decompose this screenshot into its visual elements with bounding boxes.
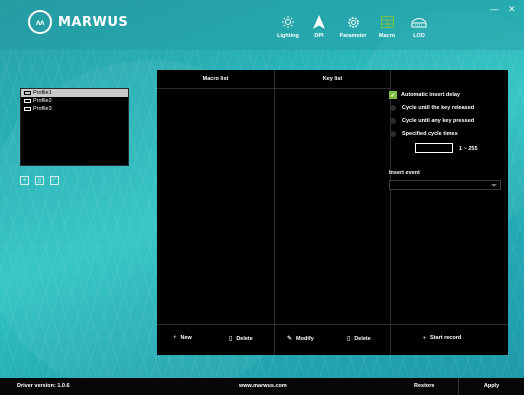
folder-icon	[24, 107, 31, 111]
nav-label: Parameter	[339, 33, 367, 39]
delete-profile-button[interactable]: ▯	[35, 176, 44, 185]
radio-icon[interactable]	[390, 118, 396, 124]
restore-button[interactable]: Restore	[414, 383, 434, 389]
button-label: Delete	[236, 335, 253, 342]
option-label: Cycle until any key pressed	[402, 118, 475, 124]
profile-item[interactable]: Profile1	[21, 89, 128, 97]
profile-item[interactable]: Profile3	[21, 105, 128, 113]
driver-version: Driver version: 1.0.6	[17, 383, 70, 389]
key-list-header: Key list	[322, 76, 343, 82]
macro-list-header: Macro list	[202, 76, 229, 82]
header: ʌʌ MARWUS Lighting DPI Parameter Macro L…	[0, 0, 524, 50]
cycle-range-label: 1 ~ 255	[459, 146, 478, 152]
insert-event-label: Insert event	[389, 170, 420, 176]
cycle-times-input[interactable]	[415, 143, 453, 153]
specified-cycle-times-option[interactable]: Specified cycle times	[389, 131, 458, 137]
profile-list: Profile1 Profile2 Profile3	[20, 88, 129, 166]
close-button[interactable]: ✕	[508, 4, 516, 15]
delete-key-button[interactable]: ▯ Delete	[347, 335, 371, 343]
button-label: Modify	[296, 335, 314, 342]
add-profile-button[interactable]: +	[20, 176, 29, 185]
record-dot-icon: ●	[423, 335, 427, 341]
logo-mark: ʌʌ	[28, 10, 52, 34]
macro-list[interactable]	[157, 89, 274, 324]
profile-label: Profile2	[33, 98, 52, 104]
checkbox-checked-icon[interactable]: ✓	[389, 91, 397, 99]
sun-icon	[282, 14, 294, 30]
option-label: Automatic insert delay	[401, 92, 460, 98]
button-label: Start record	[430, 335, 462, 341]
delete-macro-button[interactable]: ▯ Delete	[229, 335, 253, 343]
macro-grid-icon	[380, 14, 394, 30]
apply-button[interactable]: Apply	[458, 378, 524, 395]
macro-panel: Macro list Key list ✓ Automatic insert d…	[157, 70, 508, 355]
nav-lighting[interactable]: Lighting	[272, 14, 304, 44]
auto-insert-delay-option[interactable]: ✓ Automatic insert delay	[389, 91, 460, 99]
insert-event-dropdown[interactable]	[389, 180, 501, 190]
gear-icon	[347, 14, 360, 30]
profile-buttons: + ▯ ⟋	[20, 176, 65, 185]
logo: ʌʌ MARWUS	[28, 9, 128, 35]
radio-icon[interactable]	[390, 131, 396, 137]
footer: Driver version: 1.0.6 www.marwus.com Res…	[0, 378, 524, 395]
nav-macro[interactable]: Macro	[372, 14, 402, 44]
option-label: Cycle until the key released	[402, 105, 475, 111]
logo-text: MARWUS	[58, 14, 129, 30]
button-label: Delete	[354, 335, 371, 342]
option-label: Specified cycle times	[402, 131, 458, 137]
profile-label: Profile1	[33, 90, 52, 96]
radio-icon[interactable]	[390, 105, 396, 111]
trash-icon: ▯	[229, 336, 233, 342]
nav-parameter[interactable]: Parameter	[334, 14, 372, 44]
start-record-button[interactable]: ● Start record	[423, 335, 461, 341]
nav-label: DPI	[314, 33, 324, 39]
footer-divider	[157, 324, 508, 325]
new-macro-button[interactable]: + New	[173, 335, 192, 341]
key-list[interactable]	[275, 89, 390, 324]
column-divider	[390, 70, 391, 355]
nav-dpi[interactable]: DPI	[304, 14, 334, 44]
profile-label: Profile3	[33, 106, 52, 112]
profile-item[interactable]: Profile2	[21, 97, 128, 105]
plus-icon: +	[173, 335, 177, 341]
trash-icon: ▯	[347, 336, 351, 342]
cycle-until-released-option[interactable]: Cycle until the key released	[389, 105, 474, 111]
main-nav: Lighting DPI Parameter Macro LOD	[272, 14, 436, 44]
chevron-down-icon	[491, 184, 497, 187]
nav-lod[interactable]: LOD	[402, 14, 436, 44]
pointer-icon	[313, 14, 325, 30]
minimize-button[interactable]: —	[490, 4, 499, 14]
cycle-until-pressed-option[interactable]: Cycle until any key pressed	[389, 118, 474, 124]
website-link[interactable]: www.marwus.com	[239, 383, 287, 389]
button-label: New	[180, 335, 192, 341]
lod-icon	[411, 14, 427, 30]
modify-key-button[interactable]: ✎ Modify	[287, 335, 314, 343]
folder-icon	[24, 99, 31, 103]
edit-profile-button[interactable]: ⟋	[50, 176, 59, 185]
nav-label: Lighting	[277, 33, 299, 39]
nav-label: LOD	[413, 33, 425, 39]
nav-label: Macro	[378, 33, 396, 39]
pen-icon: ✎	[287, 336, 293, 342]
folder-icon	[24, 91, 31, 95]
